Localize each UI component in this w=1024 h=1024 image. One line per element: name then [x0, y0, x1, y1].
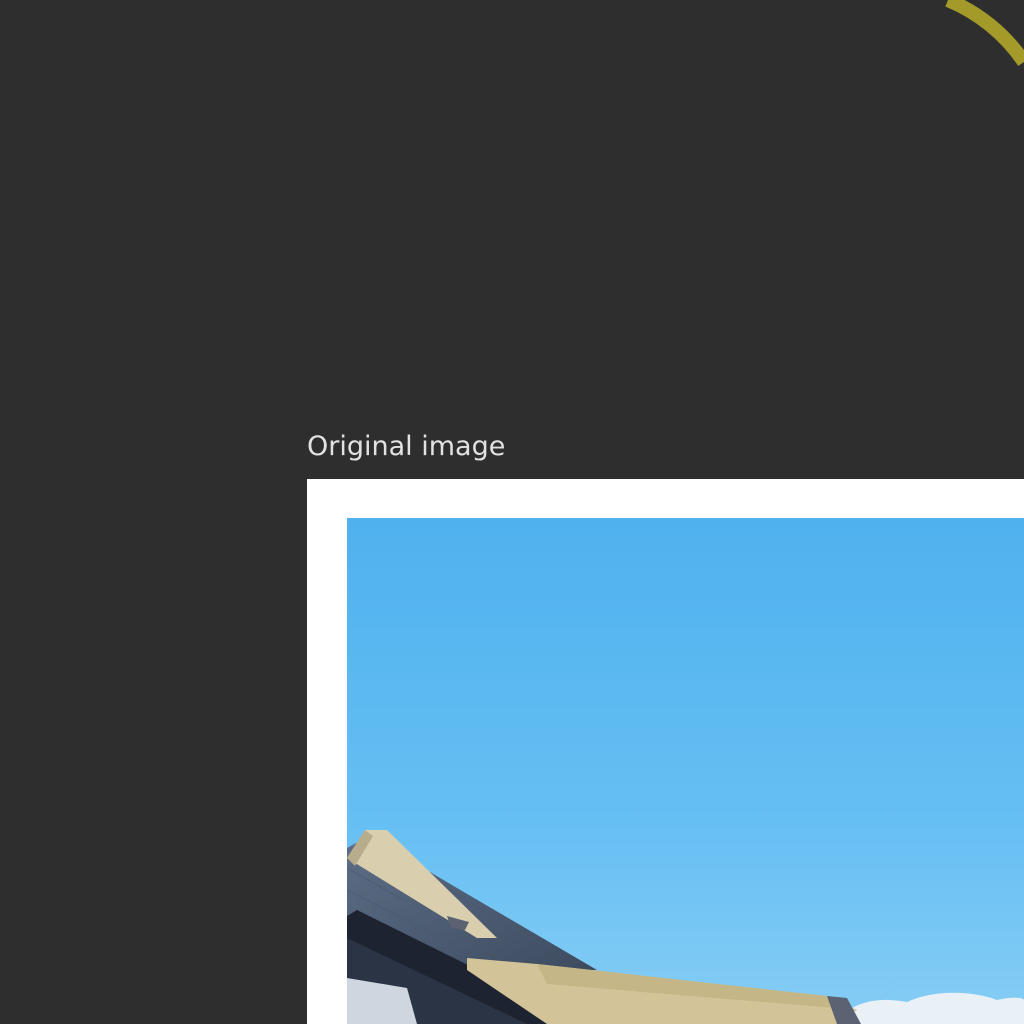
original-photo[interactable] [347, 518, 1024, 1024]
app-canvas: Original image [0, 0, 1024, 1024]
original-image-heading: Original image [307, 431, 506, 462]
image-frame [307, 479, 1024, 1024]
